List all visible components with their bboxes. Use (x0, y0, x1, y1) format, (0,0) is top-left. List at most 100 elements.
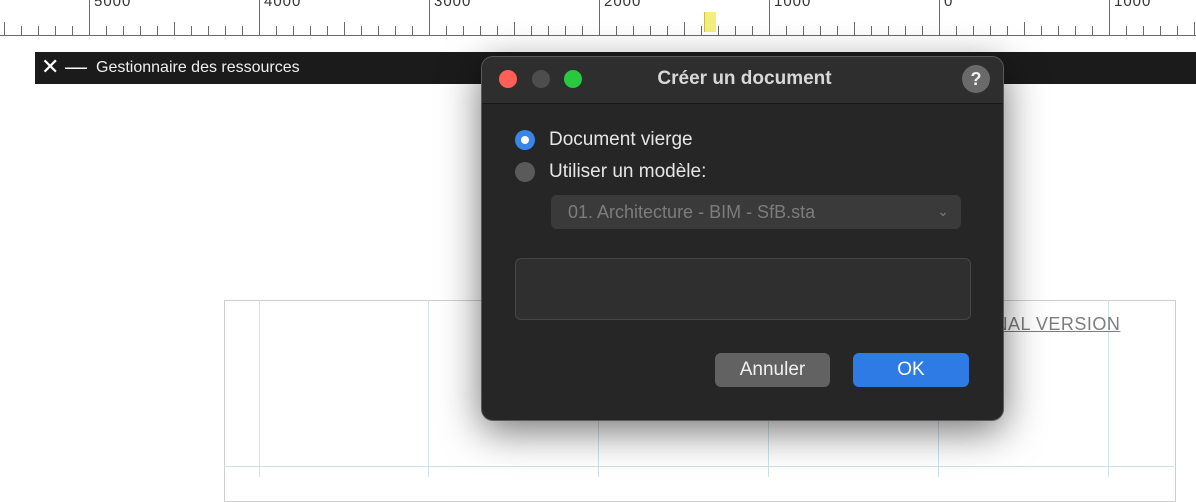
ruler-tick (38, 26, 39, 35)
dialog-title: Créer un document (657, 68, 832, 89)
ruler-tick (565, 26, 566, 35)
option-blank-document[interactable]: Document vierge (515, 128, 693, 152)
ruler-tick (429, 0, 430, 35)
ruler-tick (21, 26, 22, 35)
ruler-tick (582, 26, 583, 35)
ruler-tick (548, 26, 549, 35)
ruler-tick (803, 26, 804, 35)
ruler-tick (956, 26, 957, 35)
ruler-tick (395, 26, 396, 35)
ruler-tick (106, 26, 107, 35)
ruler-tick (1007, 26, 1008, 35)
radio-unselected-icon[interactable] (515, 162, 535, 182)
cancel-button[interactable]: Annuler (715, 353, 830, 387)
ruler-tick (905, 26, 906, 35)
ruler-label: 0 (944, 0, 954, 10)
ruler-tick (616, 26, 617, 35)
radio-selected-icon[interactable] (515, 130, 535, 150)
ruler-tick (480, 26, 481, 35)
ruler-tick (157, 26, 158, 35)
ruler-label: 1000 (1114, 0, 1152, 10)
ruler-tick (922, 26, 923, 35)
ruler-tick (1058, 26, 1059, 35)
ruler-tick (1041, 26, 1042, 35)
ruler-tick (701, 26, 702, 35)
ruler-tick (1160, 26, 1161, 35)
ruler-tick (412, 26, 413, 35)
ruler-tick (1109, 0, 1110, 35)
template-select: 01. Architecture - BIM - SfB.sta ⌄ (551, 195, 961, 229)
ruler-tick (89, 0, 90, 35)
ruler-tick (1126, 26, 1127, 35)
ruler-tick (599, 0, 600, 35)
ruler-tick (1024, 22, 1025, 35)
ruler-tick (973, 26, 974, 35)
option-label: Document vierge (549, 129, 693, 150)
ruler-tick (990, 26, 991, 35)
ruler-tick (769, 0, 770, 35)
ruler-tick (4, 22, 5, 35)
ruler-tick (446, 26, 447, 35)
ruler-label: 2000 (604, 0, 642, 10)
grid-line (259, 300, 260, 477)
ruler-tick (259, 0, 260, 35)
ruler-tick (752, 26, 753, 35)
close-icon[interactable]: ✕ (41, 53, 59, 81)
ruler-tick (718, 26, 719, 35)
ruler-tick (225, 26, 226, 35)
ruler-label: 1000 (774, 0, 812, 10)
ruler-tick (361, 26, 362, 35)
ruler-tick (786, 26, 787, 35)
ruler-tick (888, 26, 889, 35)
ruler-tick (378, 26, 379, 35)
ruler-tick (463, 26, 464, 35)
ruler-tick (208, 26, 209, 35)
ruler-tick (871, 26, 872, 35)
dialog-titlebar[interactable]: Créer un document ? (482, 57, 1003, 104)
ruler-tick (310, 26, 311, 35)
ruler-tick (1092, 26, 1093, 35)
option-use-template[interactable]: Utiliser un modèle: (515, 160, 706, 184)
ruler-baseline (0, 35, 1196, 36)
ruler-tick (667, 26, 668, 35)
ruler-tick (174, 22, 175, 35)
ruler-tick (820, 26, 821, 35)
template-select-value: 01. Architecture - BIM - SfB.sta (568, 202, 816, 222)
resource-manager-title: Gestionnaire des ressources (96, 59, 300, 76)
ruler-tick (1075, 26, 1076, 35)
ruler-tick (633, 26, 634, 35)
ruler-tick (735, 26, 736, 35)
chevron-down-icon: ⌄ (937, 203, 949, 219)
ruler-tick (1143, 26, 1144, 35)
ruler-tick (939, 0, 940, 35)
description-field (515, 258, 971, 320)
ruler-tick (514, 22, 515, 35)
grid-line (224, 466, 1174, 467)
ruler-tick (327, 26, 328, 35)
ruler-cursor-marker (704, 12, 716, 32)
ruler-tick (72, 26, 73, 35)
ruler-tick (123, 26, 124, 35)
ruler-tick (650, 26, 651, 35)
horizontal-ruler[interactable]: 5000 4000 3000 2000 1000 0 1000 (0, 0, 1196, 36)
ruler-tick (837, 26, 838, 35)
ruler-tick (531, 26, 532, 35)
ok-button[interactable]: OK (853, 353, 969, 387)
ruler-label: 5000 (94, 0, 132, 10)
help-icon[interactable]: ? (962, 65, 990, 93)
grid-line (428, 300, 429, 477)
create-document-dialog: Créer un document ? Document vierge Util… (481, 56, 1004, 421)
ruler-tick (344, 22, 345, 35)
minimize-icon[interactable]: — (65, 53, 87, 81)
ruler-tick (684, 22, 685, 35)
option-label: Utiliser un modèle: (549, 161, 707, 182)
ruler-tick (191, 26, 192, 35)
ruler-tick (276, 26, 277, 35)
ruler-tick (1194, 22, 1195, 35)
ruler-tick (293, 26, 294, 35)
ruler-tick (854, 22, 855, 35)
ruler-tick (497, 26, 498, 35)
ruler-tick (242, 26, 243, 35)
ruler-tick (1177, 26, 1178, 35)
ruler-tick (55, 26, 56, 35)
